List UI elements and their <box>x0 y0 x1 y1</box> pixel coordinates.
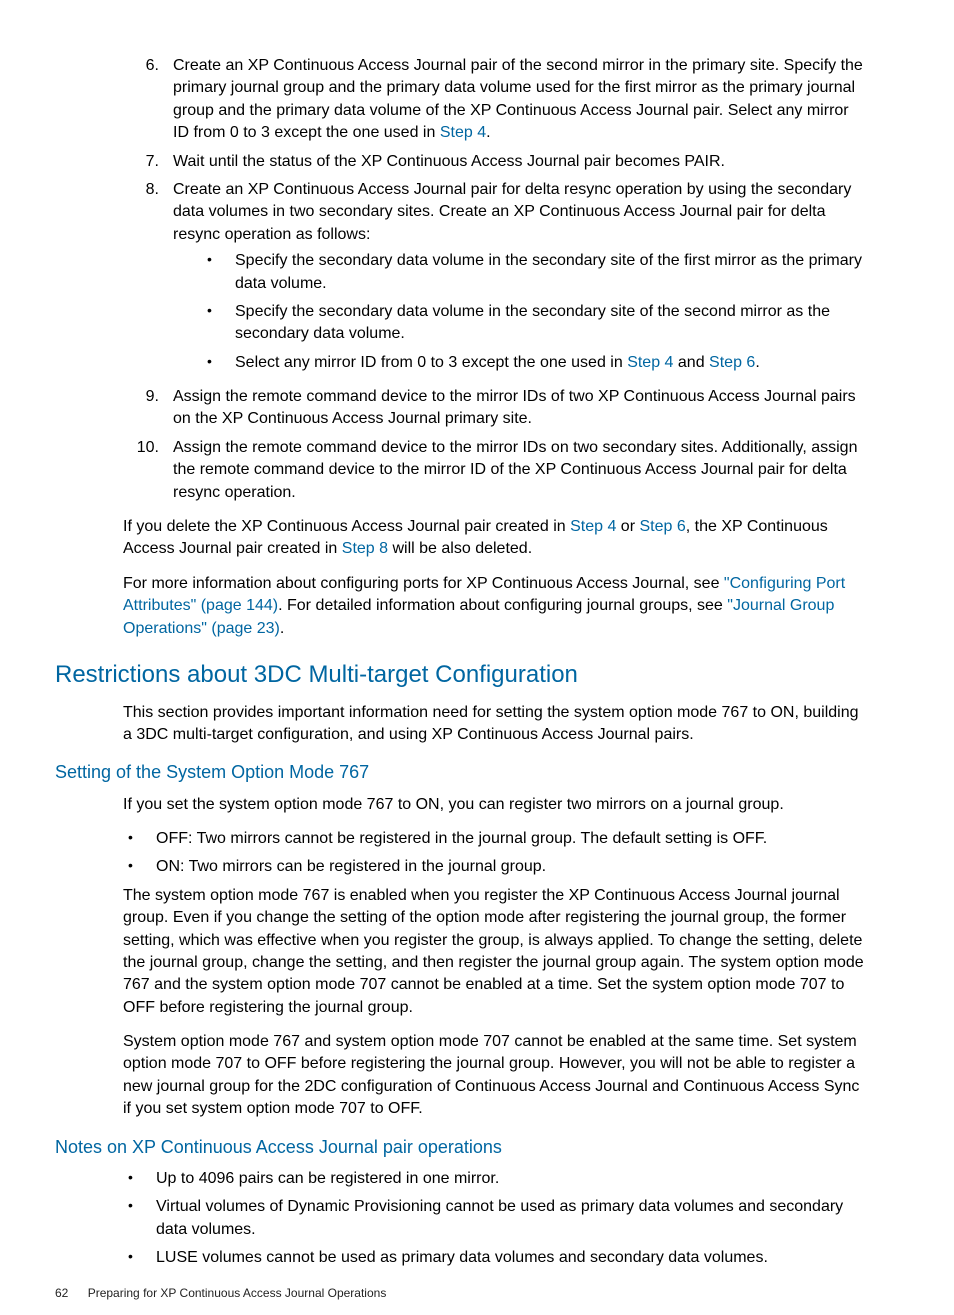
step-6: 6. Create an XP Continuous Access Journa… <box>123 55 864 145</box>
step-number: 9. <box>123 386 173 431</box>
bullet-icon: • <box>128 828 156 850</box>
restrictions-heading: Restrictions about 3DC Multi-target Conf… <box>55 658 864 692</box>
list-item: • Up to 4096 pairs can be registered in … <box>123 1168 864 1190</box>
system-option-767-heading: Setting of the System Option Mode 767 <box>55 760 864 785</box>
pair-ops-bullets: • Up to 4096 pairs can be registered in … <box>55 1168 864 1270</box>
restrictions-intro: This section provides important informat… <box>55 702 864 747</box>
bullet-icon: • <box>128 1168 156 1190</box>
list-item: • Specify the secondary data volume in t… <box>173 301 864 346</box>
chapter-title: Preparing for XP Continuous Access Journ… <box>88 1286 387 1300</box>
step-content: Assign the remote command device to the … <box>173 386 864 431</box>
bullet-icon: • <box>128 856 156 878</box>
step-8: 8. Create an XP Continuous Access Journa… <box>123 179 864 380</box>
step-content: Create an XP Continuous Access Journal p… <box>173 179 864 380</box>
bullet-icon: • <box>207 301 235 346</box>
list-item: • Select any mirror ID from 0 to 3 excep… <box>173 352 864 374</box>
step-number: 10. <box>123 437 173 504</box>
step6-link[interactable]: Step 6 <box>709 354 755 371</box>
bullet-icon: • <box>207 250 235 295</box>
steps-list: 6. Create an XP Continuous Access Journa… <box>123 55 864 504</box>
step8-sublist: • Specify the secondary data volume in t… <box>173 250 864 374</box>
step-9: 9. Assign the remote command device to t… <box>123 386 864 431</box>
step-content: Assign the remote command device to the … <box>173 437 864 504</box>
step4-link[interactable]: Step 4 <box>570 518 616 535</box>
step6-link[interactable]: Step 6 <box>639 518 685 535</box>
bullet-icon: • <box>128 1196 156 1241</box>
step-number: 6. <box>123 55 173 145</box>
step4-link[interactable]: Step 4 <box>627 354 673 371</box>
list-item: • Specify the secondary data volume in t… <box>173 250 864 295</box>
list-item: • ON: Two mirrors can be registered in t… <box>123 856 864 878</box>
step8-link[interactable]: Step 8 <box>342 540 388 557</box>
page-footer: 62 Preparing for XP Continuous Access Jo… <box>55 1285 386 1302</box>
step-content: Wait until the status of the XP Continuo… <box>173 151 864 173</box>
step-7: 7. Wait until the status of the XP Conti… <box>123 151 864 173</box>
step-content: Create an XP Continuous Access Journal p… <box>173 55 864 145</box>
step-10: 10. Assign the remote command device to … <box>123 437 864 504</box>
delete-note-paragraph: If you delete the XP Continuous Access J… <box>55 516 864 561</box>
list-item: • OFF: Two mirrors cannot be registered … <box>123 828 864 850</box>
step-number: 7. <box>123 151 173 173</box>
mode767-paragraph-2: The system option mode 767 is enabled wh… <box>55 885 864 1019</box>
pair-operations-heading: Notes on XP Continuous Access Journal pa… <box>55 1135 864 1160</box>
mode767-bullets: • OFF: Two mirrors cannot be registered … <box>55 828 864 879</box>
mode767-intro: If you set the system option mode 767 to… <box>55 794 864 816</box>
page-number: 62 <box>55 1286 68 1300</box>
bullet-icon: • <box>207 352 235 374</box>
list-item: • Virtual volumes of Dynamic Provisionin… <box>123 1196 864 1241</box>
reference-paragraph: For more information about configuring p… <box>55 573 864 640</box>
mode767-paragraph-3: System option mode 767 and system option… <box>55 1031 864 1121</box>
step4-link[interactable]: Step 4 <box>440 124 486 141</box>
step-number: 8. <box>123 179 173 380</box>
list-item: • LUSE volumes cannot be used as primary… <box>123 1247 864 1269</box>
bullet-icon: • <box>128 1247 156 1269</box>
